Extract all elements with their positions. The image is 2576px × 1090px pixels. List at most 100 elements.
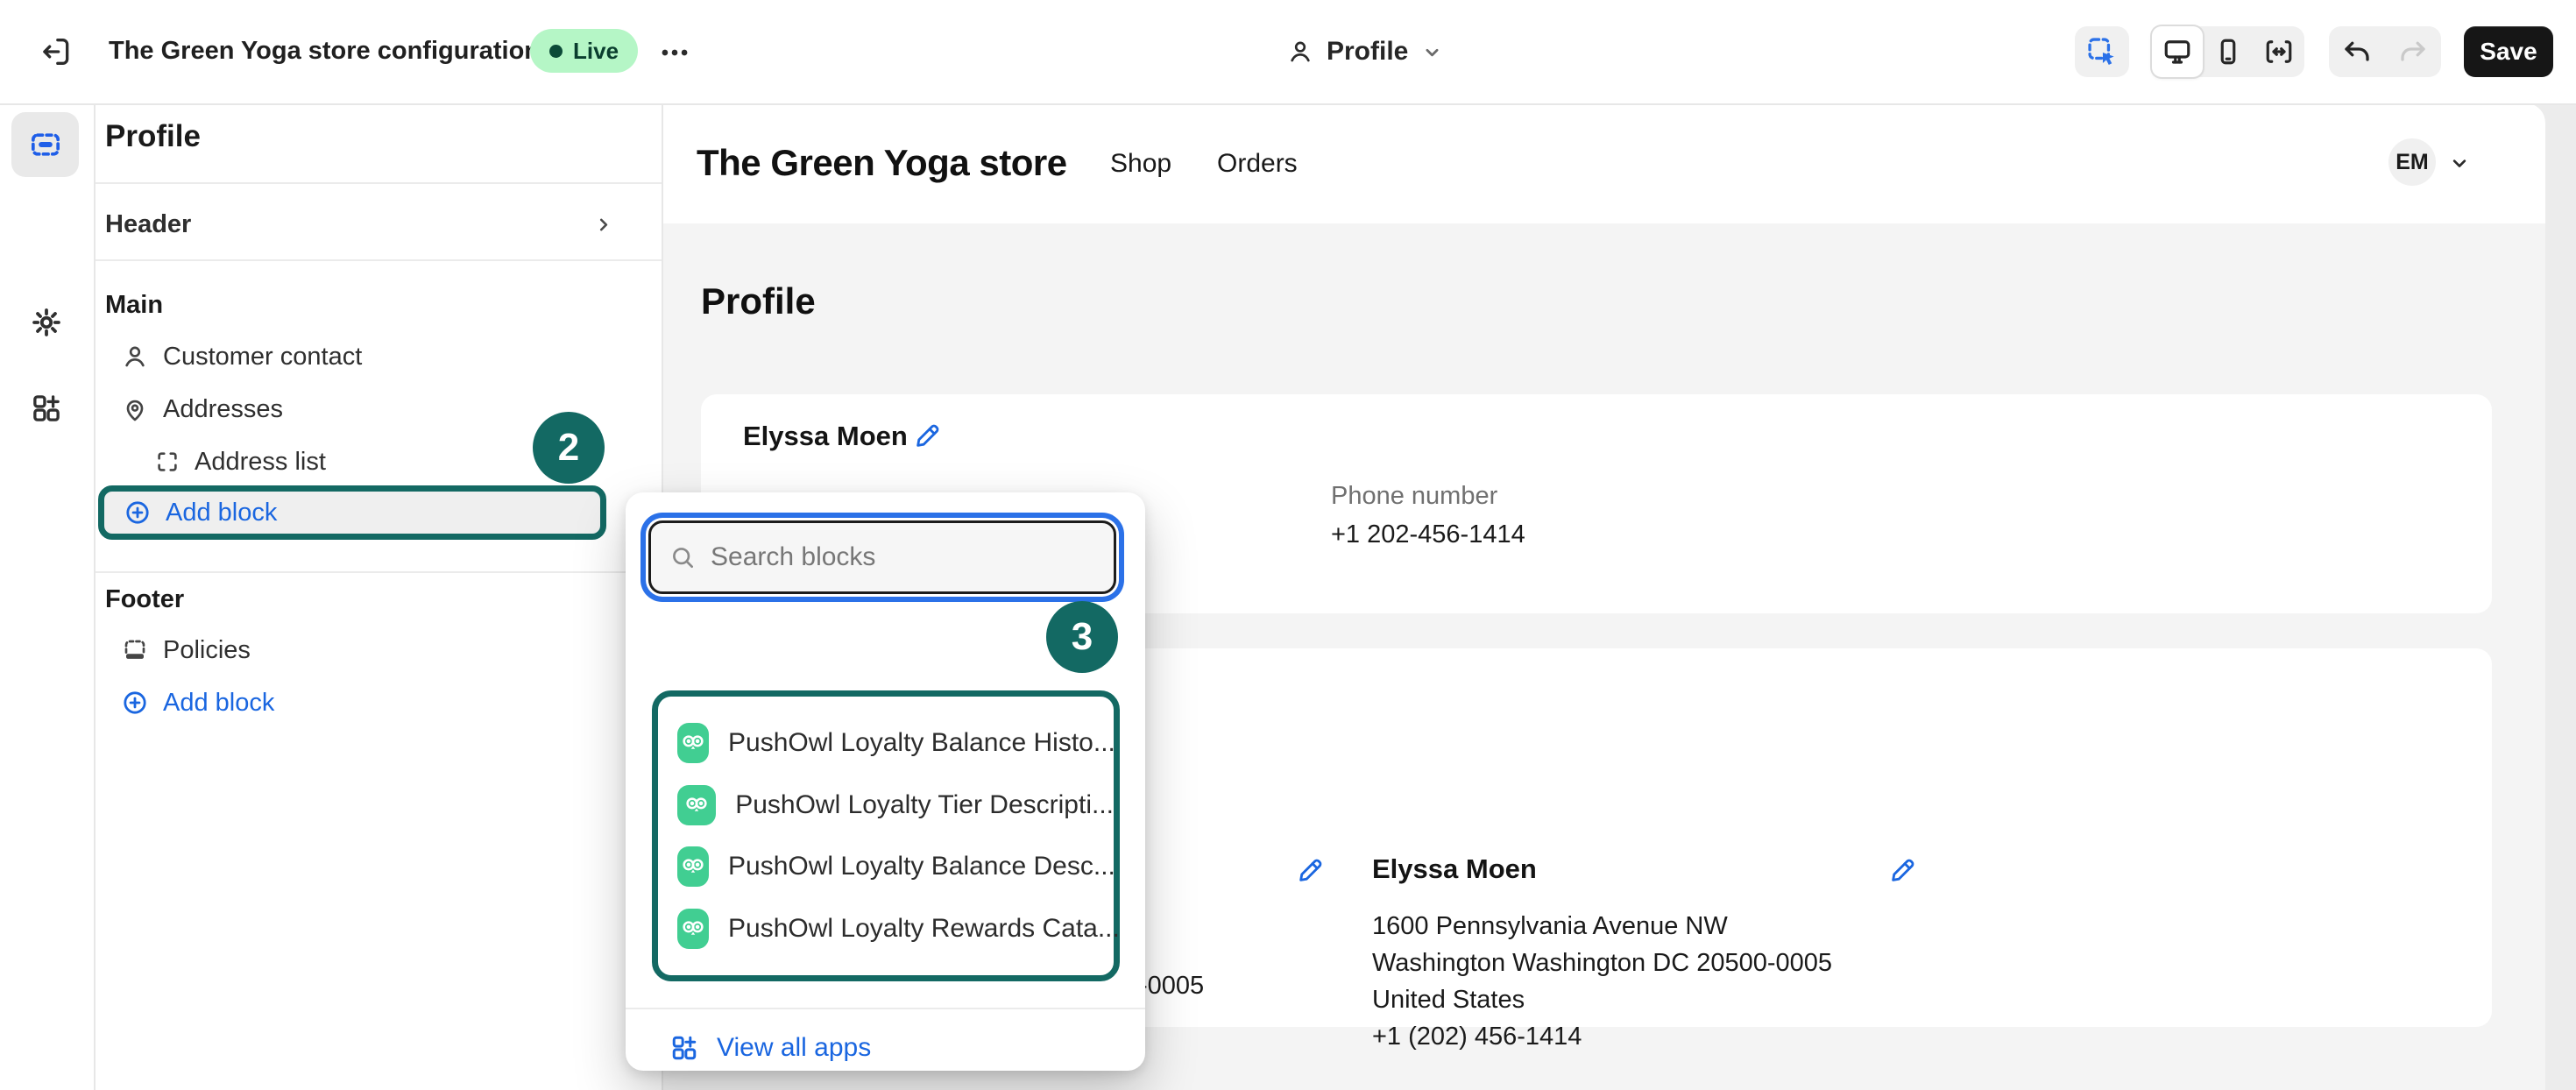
phone-value: +1 202-456-1414 [1331, 520, 1525, 549]
app-block-item[interactable]: PushOwl Loyalty Rewards Cata... [658, 909, 1114, 949]
rail-sections-button[interactable] [11, 112, 79, 177]
view-all-apps-label: View all apps [717, 1033, 871, 1063]
panel-divider [96, 259, 662, 261]
add-block-label: Add block [166, 499, 277, 527]
customer-contact-label: Customer contact [163, 343, 362, 372]
apps-icon [669, 1033, 699, 1063]
customer-icon [121, 343, 149, 371]
pushowl-icon [677, 785, 716, 825]
plus-circle-icon [124, 499, 152, 527]
more-options-button[interactable] [650, 28, 699, 77]
topbar: The Green Yoga store configuration Live … [0, 0, 2576, 105]
sidebar-item-add-block-main[interactable]: Add block [98, 485, 606, 540]
fullwidth-icon [2263, 36, 2295, 67]
inspector-icon [2085, 35, 2119, 68]
history-controls [2329, 26, 2441, 77]
sidebar-item-customer-contact[interactable]: Customer contact [121, 330, 362, 383]
inspector-toggle-button[interactable] [2075, 26, 2129, 77]
plus-circle-icon [121, 689, 149, 717]
store-name[interactable]: The Green Yoga store [697, 142, 1067, 184]
address-line: +1 (202) 456-1414 [1372, 1018, 1582, 1055]
avatar[interactable]: EM [2388, 138, 2436, 186]
edit-icon[interactable] [913, 421, 943, 450]
panel-divider [96, 182, 662, 184]
location-icon [121, 395, 149, 423]
apps-icon [30, 392, 63, 425]
store-nav-orders[interactable]: Orders [1217, 149, 1298, 179]
app-block-item[interactable]: PushOwl Loyalty Balance Histo... [658, 723, 1114, 763]
redo-icon [2397, 36, 2429, 67]
save-button-label: Save [2480, 38, 2537, 66]
mobile-view-button[interactable] [2203, 26, 2254, 77]
app-block-item[interactable]: PushOwl Loyalty Tier Descripti... [658, 785, 1114, 825]
sidebar-item-addresses[interactable]: Addresses [121, 383, 283, 435]
annotation-step-3: 3 [1046, 601, 1118, 673]
pushowl-icon [677, 909, 709, 949]
footer-add-block-label: Add block [163, 689, 274, 718]
redo-button[interactable] [2385, 26, 2441, 77]
addresses-label: Addresses [163, 395, 283, 424]
edit-icon[interactable] [1888, 855, 1918, 885]
device-preview-toggle [2152, 26, 2304, 77]
page-selector-label: Profile [1327, 37, 1408, 67]
live-label: Live [573, 38, 619, 65]
phone-label: Phone number [1331, 482, 1497, 511]
undo-icon [2341, 36, 2373, 67]
annotation-step-2: 2 [533, 412, 605, 484]
address-line: United States [1372, 981, 1525, 1018]
search-icon [669, 543, 697, 571]
view-all-apps-link[interactable]: View all apps [669, 1023, 871, 1072]
profile-icon [1286, 38, 1314, 66]
desktop-icon [2162, 36, 2193, 67]
panel-title: Profile [105, 119, 201, 154]
pushowl-icon [677, 723, 709, 763]
address-name: Elyssa Moen [1372, 853, 1537, 885]
footer-section-label: Footer [105, 585, 184, 614]
window-title: The Green Yoga store configuration [109, 37, 540, 66]
address-line: Washington Washington DC 20500-0005 [1372, 945, 1832, 981]
panel-divider [96, 571, 662, 573]
live-status-badge: Live [530, 29, 638, 73]
mobile-icon [2212, 36, 2244, 67]
sidebar-item-add-block-footer[interactable]: Add block [121, 676, 274, 729]
store-nav-shop[interactable]: Shop [1110, 149, 1171, 179]
app-block-label: PushOwl Loyalty Balance Desc... [728, 852, 1115, 881]
contact-name: Elyssa Moen [743, 421, 908, 452]
add-block-popup: PushOwl Loyalty Balance Histo... PushOwl… [626, 492, 1145, 1071]
address-list-label: Address list [195, 448, 326, 477]
main-section-label: Main [105, 291, 163, 320]
app-block-label: PushOwl Loyalty Balance Histo... [728, 728, 1115, 758]
rail-settings-button[interactable] [22, 298, 71, 347]
app-block-label: PushOwl Loyalty Rewards Cata... [728, 914, 1120, 944]
desktop-view-button[interactable] [2152, 26, 2203, 77]
page-selector[interactable]: Profile [1286, 30, 1444, 74]
chevron-down-icon[interactable] [2447, 151, 2472, 175]
live-dot-icon [549, 45, 563, 58]
sidebar-item-policies[interactable]: Policies [121, 624, 251, 676]
address-line: 1600 Pennsylvania Avenue NW [1372, 908, 1728, 945]
header-item-label: Header [105, 210, 191, 239]
sections-panel: Profile Header Main Customer contact Add… [96, 103, 663, 1090]
section-icon [121, 636, 149, 664]
undo-button[interactable] [2329, 26, 2385, 77]
policies-label: Policies [163, 636, 251, 665]
rail-apps-button[interactable] [22, 384, 71, 433]
sidebar-item-header[interactable]: Header [105, 198, 615, 251]
app-block-label: PushOwl Loyalty Tier Descripti... [735, 790, 1114, 820]
app-block-item[interactable]: PushOwl Loyalty Balance Desc... [658, 846, 1114, 887]
fullwidth-view-button[interactable] [2254, 26, 2304, 77]
search-blocks-field[interactable] [648, 520, 1116, 594]
chevron-right-icon [591, 213, 615, 237]
exit-button[interactable] [32, 26, 82, 77]
sidebar-item-address-list[interactable]: Address list [154, 435, 326, 488]
pushowl-icon [677, 846, 709, 887]
overflow-menu-icon [658, 36, 691, 69]
store-header: The Green Yoga store Shop Orders EM [662, 103, 2545, 223]
save-button[interactable]: Save [2464, 26, 2553, 77]
edit-icon[interactable] [1296, 855, 1326, 885]
block-icon [154, 449, 180, 475]
search-blocks-input[interactable] [709, 541, 1096, 573]
editor-rail [0, 103, 96, 1090]
popup-divider [626, 1008, 1145, 1009]
occluded-address-fragment: -0005 [1139, 967, 1204, 1004]
